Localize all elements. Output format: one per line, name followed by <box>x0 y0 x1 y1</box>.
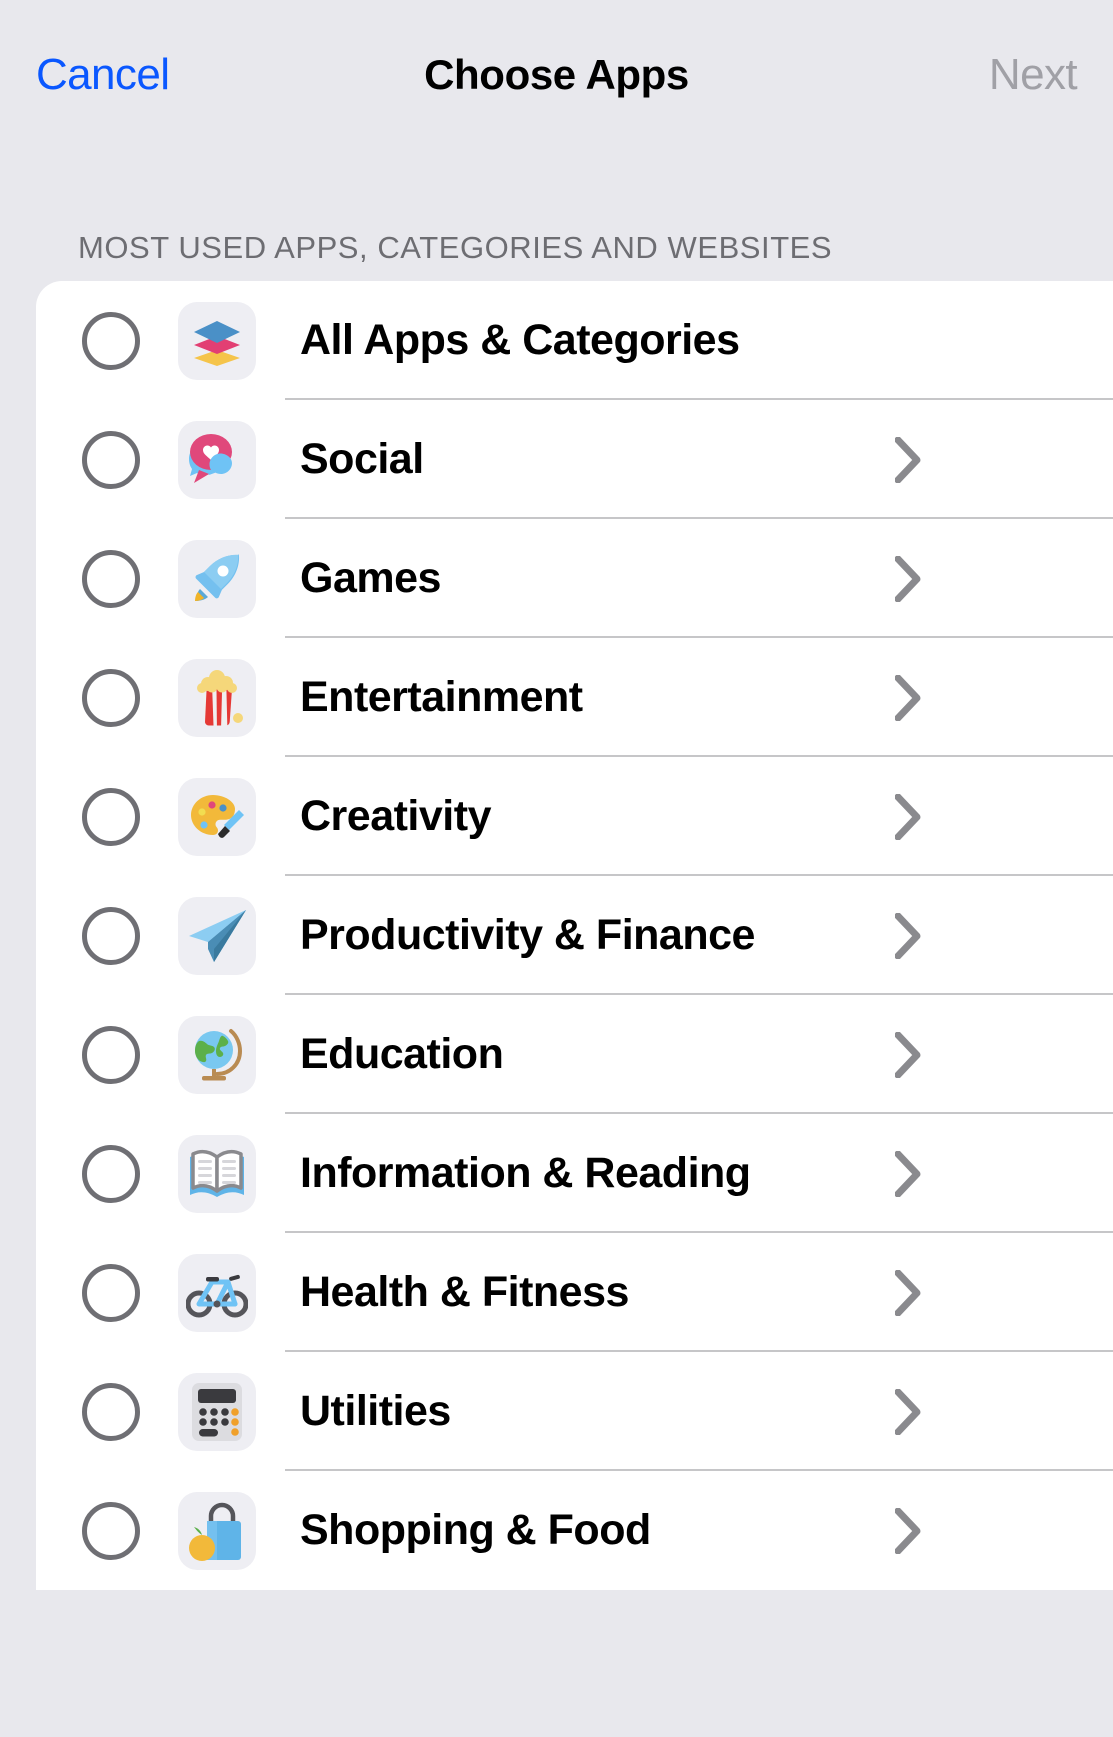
list-item[interactable]: Productivity & Finance <box>36 876 1113 995</box>
chevron-right-icon[interactable] <box>895 1269 921 1316</box>
rocket-icon <box>178 539 256 618</box>
popcorn-icon <box>178 658 256 737</box>
list-item-label: Social <box>300 435 424 483</box>
list-item-label: Entertainment <box>300 673 583 721</box>
list-item[interactable]: Shopping & Food <box>36 1471 1113 1590</box>
list-item[interactable]: Utilities <box>36 1352 1113 1471</box>
radio-circle-icon[interactable] <box>82 1144 140 1203</box>
list-item-label: Information & Reading <box>300 1149 751 1197</box>
list-item-label: Productivity & Finance <box>300 911 755 959</box>
radio-circle-icon[interactable] <box>82 1382 140 1441</box>
radio-circle-icon[interactable] <box>82 1501 140 1560</box>
list-item[interactable]: Social <box>36 400 1113 519</box>
list-item[interactable]: Education <box>36 995 1113 1114</box>
list-item[interactable]: Information & Reading <box>36 1114 1113 1233</box>
bicycle-icon <box>178 1253 256 1332</box>
chevron-right-icon[interactable] <box>895 674 921 721</box>
chevron-right-icon[interactable] <box>895 1150 921 1197</box>
list-item[interactable]: Health & Fitness <box>36 1233 1113 1352</box>
list-item[interactable]: Creativity <box>36 757 1113 876</box>
shopping-bag-icon <box>178 1491 256 1570</box>
layers-stack-icon <box>178 301 256 380</box>
list-item[interactable]: Games <box>36 519 1113 638</box>
list-item[interactable]: Entertainment <box>36 638 1113 757</box>
palette-brush-icon <box>178 777 256 856</box>
list-item-label: Games <box>300 554 441 602</box>
paper-plane-icon <box>178 896 256 975</box>
section-header: MOST USED APPS, CATEGORIES AND WEBSITES <box>78 230 833 265</box>
radio-circle-icon[interactable] <box>82 1263 140 1322</box>
radio-circle-icon[interactable] <box>82 1025 140 1084</box>
radio-circle-icon[interactable] <box>82 311 140 370</box>
speech-bubble-heart-icon <box>178 420 256 499</box>
app-category-list: All Apps & Categories Social Games Entertai… <box>36 281 1113 1590</box>
page-title: Choose Apps <box>424 51 689 98</box>
list-item-label: All Apps & Categories <box>300 316 740 364</box>
globe-stand-icon <box>178 1015 256 1094</box>
radio-circle-icon[interactable] <box>82 549 140 608</box>
list-item[interactable]: All Apps & Categories <box>36 281 1113 400</box>
open-book-icon <box>178 1134 256 1213</box>
list-item-label: Creativity <box>300 792 491 840</box>
calculator-icon <box>178 1372 256 1451</box>
chevron-right-icon[interactable] <box>895 793 921 840</box>
chevron-right-icon[interactable] <box>895 555 921 602</box>
navigation-bar: Cancel Choose Apps Next <box>0 0 1113 150</box>
chevron-right-icon[interactable] <box>895 1507 921 1554</box>
radio-circle-icon[interactable] <box>82 668 140 727</box>
chevron-right-icon[interactable] <box>895 436 921 483</box>
radio-circle-icon[interactable] <box>82 787 140 846</box>
chevron-right-icon[interactable] <box>895 1031 921 1078</box>
list-item-label: Utilities <box>300 1387 451 1435</box>
chevron-right-icon[interactable] <box>895 912 921 959</box>
chevron-right-icon[interactable] <box>895 1388 921 1435</box>
list-item-label: Health & Fitness <box>300 1268 629 1316</box>
list-item-label: Education <box>300 1030 504 1078</box>
radio-circle-icon[interactable] <box>82 906 140 965</box>
radio-circle-icon[interactable] <box>82 430 140 489</box>
list-item-label: Shopping & Food <box>300 1506 651 1554</box>
